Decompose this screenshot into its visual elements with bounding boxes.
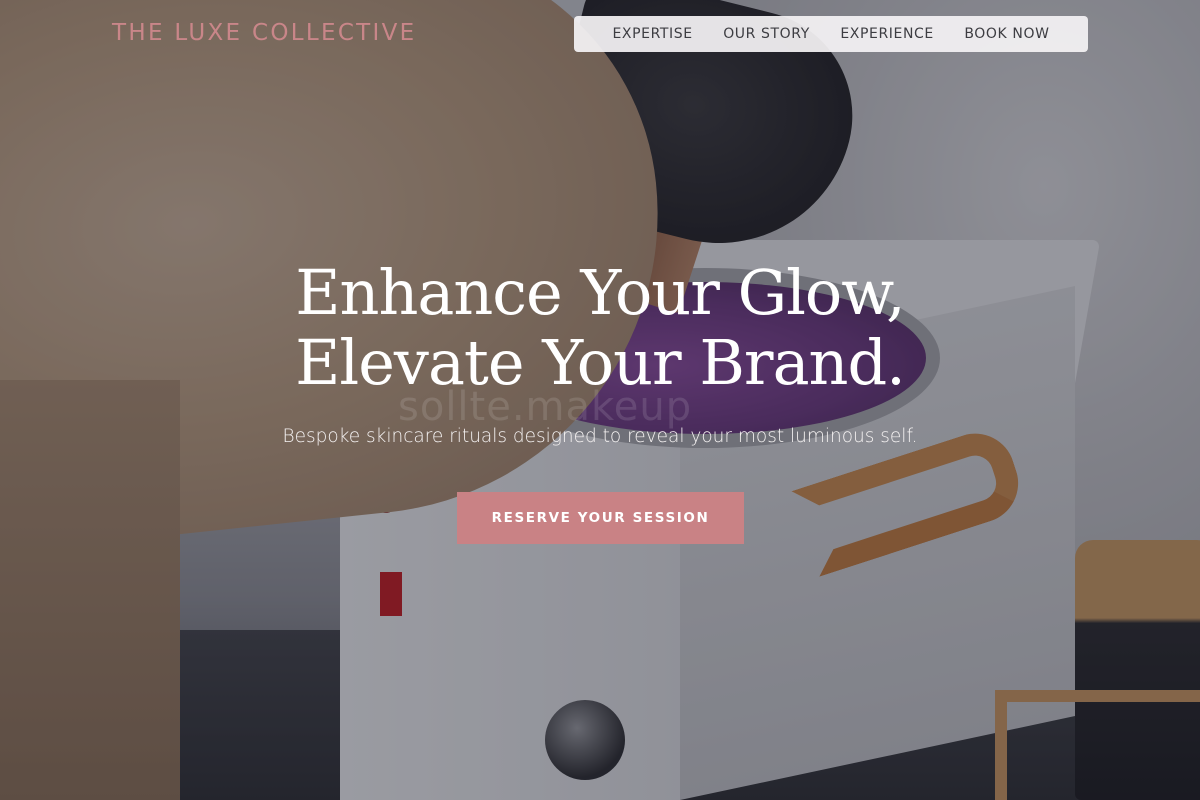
brand-logo[interactable]: THE LUXE COLLECTIVE <box>112 20 416 46</box>
hero-title-line-1: Enhance Your Glow, <box>295 256 905 329</box>
nav-book-now[interactable]: BOOK NOW <box>964 26 1049 42</box>
reserve-session-button[interactable]: RESERVE YOUR SESSION <box>457 492 744 544</box>
nav-experience[interactable]: EXPERIENCE <box>840 26 934 42</box>
hero-title-line-2: Elevate Your Brand. <box>295 326 906 399</box>
nav-expertise[interactable]: EXPERTISE <box>612 26 692 42</box>
hero-section: Enhance Your Glow, Elevate Your Brand. <box>0 258 1200 398</box>
hero-title: Enhance Your Glow, Elevate Your Brand. <box>0 258 1200 398</box>
hero-subtitle: Bespoke skincare rituals designed to rev… <box>282 426 918 447</box>
nav-our-story[interactable]: OUR STORY <box>723 26 810 42</box>
main-nav: EXPERTISE OUR STORY EXPERIENCE BOOK NOW <box>574 16 1088 52</box>
